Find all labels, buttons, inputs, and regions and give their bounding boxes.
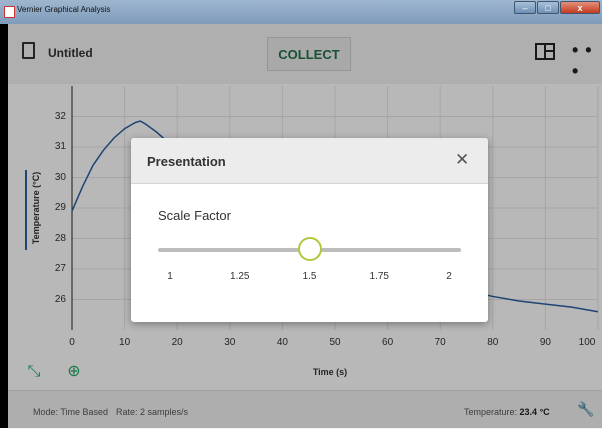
slider-tick-label: 1.75 [369,271,389,282]
slider-tick-label: 1.25 [230,271,250,282]
window-title-bar: Vernier Graphical Analysis – □ x [0,0,602,24]
scale-factor-slider-thumb[interactable] [297,237,322,261]
window-title: Vernier Graphical Analysis [17,5,111,14]
minimize-button[interactable]: – [514,1,536,14]
presentation-dialog: Presentation ✕ Scale Factor 1 1.25 1.5 1.75… [131,138,488,322]
left-window-edge [0,24,8,428]
scale-factor-label: Scale Factor [158,208,231,223]
slider-tick-label: 1.5 [302,271,317,282]
window-controls: – □ x [513,1,600,14]
dialog-title: Presentation [147,154,226,169]
slider-tick-label: 1 [167,271,173,282]
close-window-button[interactable]: x [560,1,600,14]
close-icon[interactable]: ✕ [455,150,469,170]
app-icon [4,6,15,18]
maximize-button[interactable]: □ [537,1,559,14]
slider-tick-label: 2 [446,271,452,282]
